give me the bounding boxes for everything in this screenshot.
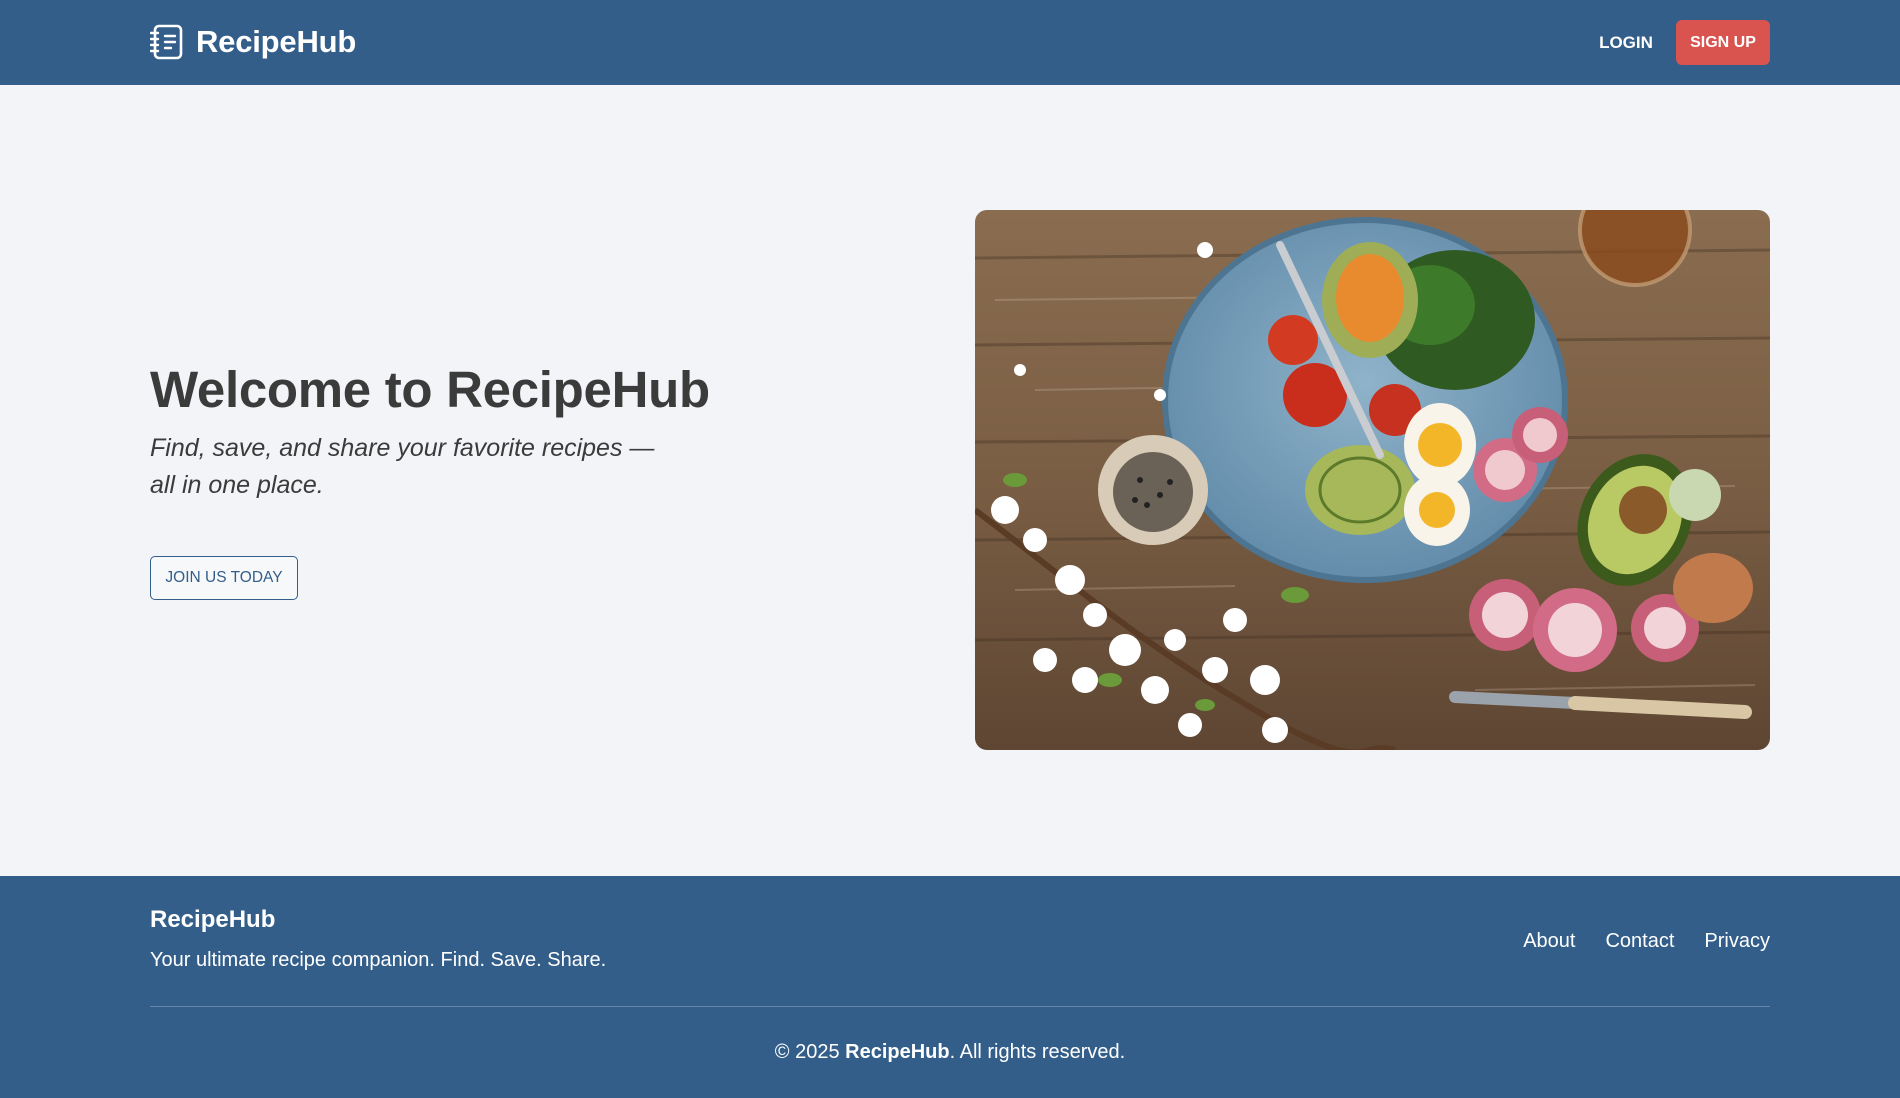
page: RecipeHub LOGIN SIGN UP Welcome to Recip…	[0, 0, 1900, 1098]
brand-name: RecipeHub	[196, 24, 357, 59]
login-link[interactable]: LOGIN	[1586, 20, 1666, 65]
recipe-book-icon	[150, 24, 183, 60]
footer-links: About Contact Privacy	[1523, 930, 1770, 953]
hero-title: Welcome to RecipeHub	[150, 361, 710, 418]
copyright-suffix: . All rights reserved.	[949, 1041, 1126, 1063]
footer-link-about[interactable]: About	[1523, 930, 1575, 953]
hero-image	[975, 210, 1770, 750]
top-navbar: RecipeHub LOGIN SIGN UP	[0, 0, 1900, 85]
footer-link-privacy[interactable]: Privacy	[1704, 930, 1770, 953]
footer-divider	[150, 1006, 1770, 1007]
signup-button[interactable]: SIGN UP	[1676, 20, 1770, 65]
site-footer: RecipeHub Your ultimate recipe companion…	[0, 876, 1900, 1098]
footer-tagline: Your ultimate recipe companion. Find. Sa…	[150, 949, 607, 971]
brand-logo[interactable]: RecipeHub	[150, 24, 356, 60]
hero-subtitle: Find, save, and share your favorite reci…	[150, 434, 655, 499]
food-plate-photo	[975, 210, 1770, 750]
footer-brand: RecipeHub	[150, 906, 276, 933]
copyright-brand: RecipeHub	[845, 1041, 950, 1063]
copyright-text: © 2025 RecipeHub. All rights reserved.	[0, 1041, 1900, 1064]
footer-link-contact[interactable]: Contact	[1605, 930, 1674, 953]
copyright-prefix: © 2025	[774, 1041, 846, 1063]
join-us-button[interactable]: JOIN US TODAY	[150, 556, 298, 600]
